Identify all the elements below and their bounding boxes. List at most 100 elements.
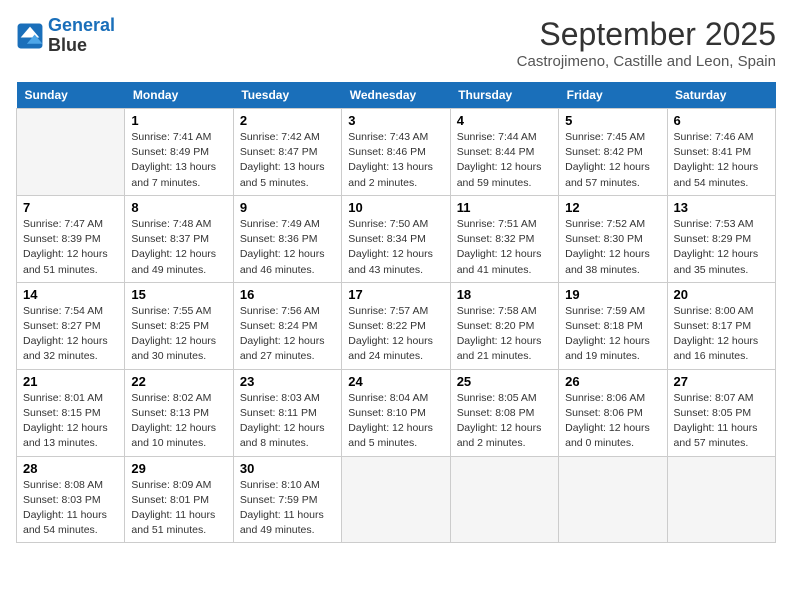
cell-info: Sunrise: 7:43 AMSunset: 8:46 PMDaylight:… (348, 130, 443, 191)
calendar-cell: 9Sunrise: 7:49 AMSunset: 8:36 PMDaylight… (233, 195, 341, 282)
day-number: 26 (565, 374, 660, 389)
calendar-cell: 18 Sunrise: 7:58 AMSunset: 8:20 PMDayligh… (450, 282, 558, 369)
day-number: 12 (565, 200, 660, 215)
column-header-thursday: Thursday (450, 82, 558, 109)
cell-info: Sunrise: 7:59 AMSunset: 8:18 PMDaylight:… (565, 304, 660, 365)
cell-info: Sunrise: 7:54 AMSunset: 8:27 PMDaylight:… (23, 304, 118, 365)
day-number: 3 (348, 113, 443, 128)
calendar-cell: 19 Sunrise: 7:59 AMSunset: 8:18 PMDayligh… (559, 282, 667, 369)
cell-info: Sunrise: 8:01 AMSunset: 8:15 PMDaylight:… (23, 391, 118, 452)
calendar-cell: 6 Sunrise: 7:46 AMSunset: 8:41 PMDaylight… (667, 109, 775, 196)
calendar-cell: 1 Sunrise: 7:41 AMSunset: 8:49 PMDaylight… (125, 109, 233, 196)
day-number: 14 (23, 287, 118, 302)
calendar-week-row: 7Sunrise: 7:47 AMSunset: 8:39 PMDaylight… (17, 195, 776, 282)
cell-info: Sunrise: 7:56 AMSunset: 8:24 PMDaylight:… (240, 304, 335, 365)
cell-info: Sunrise: 7:47 AMSunset: 8:39 PMDaylight:… (23, 217, 118, 278)
calendar-cell: 24 Sunrise: 8:04 AMSunset: 8:10 PMDayligh… (342, 369, 450, 456)
calendar-cell (559, 456, 667, 543)
day-number: 5 (565, 113, 660, 128)
calendar-cell: 5 Sunrise: 7:45 AMSunset: 8:42 PMDaylight… (559, 109, 667, 196)
cell-info: Sunrise: 8:10 AMSunset: 7:59 PMDaylight:… (240, 478, 335, 539)
cell-info: Sunrise: 7:51 AMSunset: 8:32 PMDaylight:… (457, 217, 552, 278)
day-number: 13 (674, 200, 769, 215)
month-title: September 2025 (517, 16, 776, 53)
cell-info: Sunrise: 8:04 AMSunset: 8:10 PMDaylight:… (348, 391, 443, 452)
cell-info: Sunrise: 7:55 AMSunset: 8:25 PMDaylight:… (131, 304, 226, 365)
calendar-cell: 20Sunrise: 8:00 AMSunset: 8:17 PMDayligh… (667, 282, 775, 369)
calendar-week-row: 21 Sunrise: 8:01 AMSunset: 8:15 PMDayligh… (17, 369, 776, 456)
calendar-cell: 15 Sunrise: 7:55 AMSunset: 8:25 PMDayligh… (125, 282, 233, 369)
column-header-sunday: Sunday (17, 82, 125, 109)
calendar-cell (342, 456, 450, 543)
calendar-cell: 21 Sunrise: 8:01 AMSunset: 8:15 PMDayligh… (17, 369, 125, 456)
calendar-cell (450, 456, 558, 543)
calendar-cell: 17 Sunrise: 7:57 AMSunset: 8:22 PMDayligh… (342, 282, 450, 369)
calendar-cell: 30 Sunrise: 8:10 AMSunset: 7:59 PMDayligh… (233, 456, 341, 543)
day-number: 25 (457, 374, 552, 389)
day-number: 21 (23, 374, 118, 389)
calendar-week-row: 14 Sunrise: 7:54 AMSunset: 8:27 PMDayligh… (17, 282, 776, 369)
day-number: 24 (348, 374, 443, 389)
calendar-cell: 27 Sunrise: 8:07 AMSunset: 8:05 PMDayligh… (667, 369, 775, 456)
day-number: 18 (457, 287, 552, 302)
calendar-cell: 16 Sunrise: 7:56 AMSunset: 8:24 PMDayligh… (233, 282, 341, 369)
logo-icon (16, 22, 44, 50)
cell-info: Sunrise: 8:09 AMSunset: 8:01 PMDaylight:… (131, 478, 226, 539)
cell-info: Sunrise: 8:02 AMSunset: 8:13 PMDaylight:… (131, 391, 226, 452)
cell-info: Sunrise: 8:03 AMSunset: 8:11 PMDaylight:… (240, 391, 335, 452)
day-number: 1 (131, 113, 226, 128)
calendar-cell: 26 Sunrise: 8:06 AMSunset: 8:06 PMDayligh… (559, 369, 667, 456)
day-number: 30 (240, 461, 335, 476)
cell-info: Sunrise: 8:06 AMSunset: 8:06 PMDaylight:… (565, 391, 660, 452)
day-number: 9 (240, 200, 335, 215)
day-number: 4 (457, 113, 552, 128)
calendar-cell (17, 109, 125, 196)
day-number: 27 (674, 374, 769, 389)
calendar-cell: 10Sunrise: 7:50 AMSunset: 8:34 PMDayligh… (342, 195, 450, 282)
column-header-saturday: Saturday (667, 82, 775, 109)
calendar-cell: 4 Sunrise: 7:44 AMSunset: 8:44 PMDaylight… (450, 109, 558, 196)
calendar-cell: 29Sunrise: 8:09 AMSunset: 8:01 PMDayligh… (125, 456, 233, 543)
calendar-table: SundayMondayTuesdayWednesdayThursdayFrid… (16, 82, 776, 543)
day-number: 17 (348, 287, 443, 302)
calendar-cell (667, 456, 775, 543)
cell-info: Sunrise: 8:05 AMSunset: 8:08 PMDaylight:… (457, 391, 552, 452)
day-number: 11 (457, 200, 552, 215)
day-number: 20 (674, 287, 769, 302)
calendar-cell: 3 Sunrise: 7:43 AMSunset: 8:46 PMDaylight… (342, 109, 450, 196)
column-header-wednesday: Wednesday (342, 82, 450, 109)
cell-info: Sunrise: 7:44 AMSunset: 8:44 PMDaylight:… (457, 130, 552, 191)
cell-info: Sunrise: 7:58 AMSunset: 8:20 PMDaylight:… (457, 304, 552, 365)
cell-info: Sunrise: 7:45 AMSunset: 8:42 PMDaylight:… (565, 130, 660, 191)
day-number: 28 (23, 461, 118, 476)
day-number: 19 (565, 287, 660, 302)
calendar-cell: 2Sunrise: 7:42 AMSunset: 8:47 PMDaylight… (233, 109, 341, 196)
day-number: 15 (131, 287, 226, 302)
calendar-cell: 14 Sunrise: 7:54 AMSunset: 8:27 PMDayligh… (17, 282, 125, 369)
calendar-header-row: SundayMondayTuesdayWednesdayThursdayFrid… (17, 82, 776, 109)
day-number: 23 (240, 374, 335, 389)
calendar-cell: 12 Sunrise: 7:52 AMSunset: 8:30 PMDayligh… (559, 195, 667, 282)
cell-info: Sunrise: 7:46 AMSunset: 8:41 PMDaylight:… (674, 130, 769, 191)
cell-info: Sunrise: 7:53 AMSunset: 8:29 PMDaylight:… (674, 217, 769, 278)
title-block: September 2025 Castrojimeno, Castille an… (517, 16, 776, 70)
cell-info: Sunrise: 7:48 AMSunset: 8:37 PMDaylight:… (131, 217, 226, 278)
calendar-week-row: 28Sunrise: 8:08 AMSunset: 8:03 PMDayligh… (17, 456, 776, 543)
cell-info: Sunrise: 7:50 AMSunset: 8:34 PMDaylight:… (348, 217, 443, 278)
cell-info: Sunrise: 7:41 AMSunset: 8:49 PMDaylight:… (131, 130, 226, 191)
column-header-tuesday: Tuesday (233, 82, 341, 109)
calendar-cell: 23 Sunrise: 8:03 AMSunset: 8:11 PMDayligh… (233, 369, 341, 456)
logo-text: General Blue (48, 16, 115, 56)
column-header-monday: Monday (125, 82, 233, 109)
location: Castrojimeno, Castille and Leon, Spain (517, 53, 776, 70)
cell-info: Sunrise: 8:07 AMSunset: 8:05 PMDaylight:… (674, 391, 769, 452)
calendar-cell: 28Sunrise: 8:08 AMSunset: 8:03 PMDayligh… (17, 456, 125, 543)
cell-info: Sunrise: 7:57 AMSunset: 8:22 PMDaylight:… (348, 304, 443, 365)
calendar-cell: 11 Sunrise: 7:51 AMSunset: 8:32 PMDayligh… (450, 195, 558, 282)
day-number: 16 (240, 287, 335, 302)
calendar-cell: 22Sunrise: 8:02 AMSunset: 8:13 PMDayligh… (125, 369, 233, 456)
cell-info: Sunrise: 7:52 AMSunset: 8:30 PMDaylight:… (565, 217, 660, 278)
calendar-cell: 8Sunrise: 7:48 AMSunset: 8:37 PMDaylight… (125, 195, 233, 282)
calendar-cell: 13 Sunrise: 7:53 AMSunset: 8:29 PMDayligh… (667, 195, 775, 282)
day-number: 6 (674, 113, 769, 128)
